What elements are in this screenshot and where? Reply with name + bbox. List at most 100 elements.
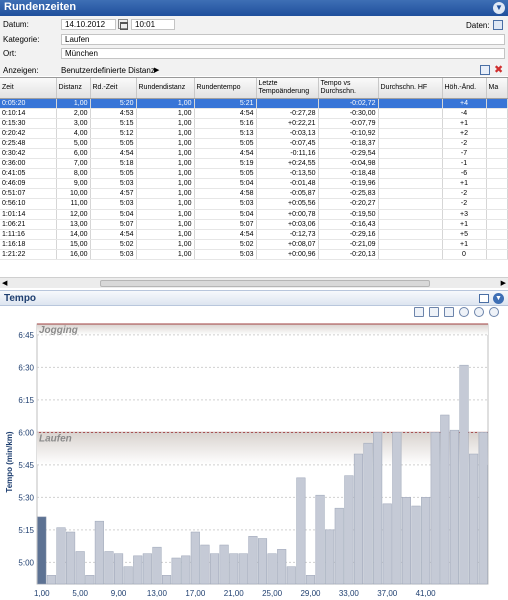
- tempo-bar[interactable]: [363, 442, 373, 585]
- table-row[interactable]: 0:05:20 1,00 5:20 1,00 5:21 -0:02,72 +4: [0, 98, 508, 109]
- tempo-bar[interactable]: [94, 520, 104, 585]
- tempo-bar[interactable]: [56, 527, 66, 585]
- data-menu-icon[interactable]: [493, 20, 503, 30]
- chart-options-icon[interactable]: ▼: [493, 293, 504, 304]
- table-row[interactable]: 0:36:00 7,00 5:18 1,00 5:19 +0:24,55 -0:04,98 -…: [0, 158, 508, 170]
- category-field[interactable]: Laufen: [61, 34, 505, 45]
- tempo-bar[interactable]: [238, 553, 248, 585]
- column-header[interactable]: Rundentempo: [194, 78, 257, 99]
- tempo-bar[interactable]: [421, 497, 431, 585]
- tempo-bar[interactable]: [190, 531, 200, 585]
- tempo-bar[interactable]: [133, 555, 143, 585]
- column-header[interactable]: Tempo vs Durchschn.: [318, 78, 379, 99]
- tempo-bar[interactable]: [411, 505, 421, 585]
- tempo-bar[interactable]: [171, 557, 181, 585]
- table-row[interactable]: 0:15:30 3,00 5:15 1,00 5:16 +0:22,21 -0:07,79 +…: [0, 118, 508, 129]
- tempo-bar[interactable]: [257, 538, 268, 585]
- chart-image-icon[interactable]: [429, 307, 439, 317]
- location-field[interactable]: München: [61, 48, 505, 59]
- tempo-bar[interactable]: [46, 575, 56, 585]
- tempo-bar[interactable]: [229, 553, 239, 585]
- chart-save-icon[interactable]: [444, 307, 454, 317]
- show-arrow-icon[interactable]: ▶: [154, 66, 159, 74]
- scroll-thumb[interactable]: [100, 280, 430, 287]
- show-selector[interactable]: Benutzerdefinierte Distanz: [61, 66, 155, 75]
- tempo-bar[interactable]: [267, 553, 277, 585]
- tempo-bar[interactable]: [315, 494, 325, 585]
- column-header[interactable]: Distanz: [56, 78, 91, 99]
- tempo-bar[interactable]: [277, 549, 287, 585]
- tempo-bar[interactable]: [286, 566, 296, 585]
- column-header[interactable]: Letzte Tempoänderung: [256, 78, 319, 99]
- table-row[interactable]: 1:06:21 13,00 5:07 1,00 5:07 +0:03,06 -0:16,43…: [0, 219, 508, 230]
- column-header[interactable]: Durchschn. HF: [378, 78, 443, 99]
- column-header[interactable]: Zeit: [0, 78, 57, 99]
- tempo-bar[interactable]: [66, 531, 76, 585]
- time-field[interactable]: 10:01: [131, 19, 175, 30]
- calendar-icon[interactable]: [118, 19, 128, 30]
- tempo-bar[interactable]: [123, 566, 133, 585]
- tempo-bar[interactable]: [114, 553, 124, 585]
- tempo-bar[interactable]: [85, 575, 95, 585]
- table-cell: 5:02: [90, 239, 137, 250]
- table-cell: 4:54: [194, 108, 257, 119]
- column-header[interactable]: Rundendistanz: [136, 78, 195, 99]
- table-row[interactable]: 0:25:48 5,00 5:05 1,00 5:05 -0:07,45 -0:18,37-…: [0, 138, 508, 149]
- column-header[interactable]: Höh.-Änd.: [442, 78, 487, 99]
- tempo-bar[interactable]: [37, 516, 47, 585]
- pin-icon[interactable]: [480, 65, 490, 75]
- tempo-bar[interactable]: [401, 497, 411, 585]
- table-row[interactable]: 0:10:14 2,00 4:53 1,00 4:54 -0:27,28 -0:30,00 -…: [0, 108, 508, 119]
- tempo-bar[interactable]: [200, 544, 210, 585]
- scroll-left-icon[interactable]: ◀: [2, 279, 7, 287]
- table-cell: -0:25,83: [318, 188, 379, 200]
- table-row[interactable]: 0:30:42 6,00 4:54 1,00 4:54 -0:11,16 -0:29,54-…: [0, 148, 508, 160]
- table-row[interactable]: 0:46:09 9,00 5:03 1,00 5:04 -0:01,48 -0:19,96 +…: [0, 178, 508, 190]
- scroll-right-icon[interactable]: ▶: [501, 279, 506, 287]
- horizontal-scrollbar[interactable]: ◀ ▶: [0, 277, 508, 288]
- tempo-bar[interactable]: [392, 432, 402, 585]
- tempo-bar[interactable]: [334, 507, 344, 585]
- table-row[interactable]: 0:51:07 10,00 4:57 1,00 4:58 -0:05,87 -0:25,83…: [0, 188, 508, 200]
- table-row[interactable]: 0:56:10 11,00 5:03 1,00 5:03 +0:05,56 -0:20,27…: [0, 198, 508, 210]
- close-icon[interactable]: ✖: [494, 63, 503, 76]
- chart-list-icon[interactable]: [414, 307, 424, 317]
- tempo-bar[interactable]: [75, 551, 85, 585]
- tempo-bar[interactable]: [353, 453, 364, 585]
- tempo-bar[interactable]: [325, 529, 335, 585]
- tempo-bar[interactable]: [152, 546, 162, 585]
- tempo-bar[interactable]: [296, 477, 306, 585]
- tempo-bar[interactable]: [104, 551, 114, 585]
- table-row[interactable]: 1:01:14 12,00 5:04 1,00 5:04 +0:00,78 -0:19,50…: [0, 209, 508, 220]
- collapse-chevron-icon[interactable]: ▼: [493, 2, 505, 14]
- tempo-bar[interactable]: [161, 575, 172, 585]
- tempo-bar[interactable]: [440, 414, 450, 585]
- table-row[interactable]: 1:11:16 14,00 4:54 1,00 4:54 -0:12,73 -0:29,16…: [0, 229, 508, 240]
- column-header[interactable]: Rd.-Zeit: [90, 78, 137, 99]
- table-cell: 1,00: [136, 239, 195, 250]
- table-row[interactable]: 1:16:18 15,00 5:02 1,00 5:02 +0:08,07 -0:21,09…: [0, 239, 508, 250]
- tempo-bar[interactable]: [219, 544, 229, 585]
- zoom-in-icon[interactable]: [474, 307, 484, 317]
- tempo-bar[interactable]: [382, 503, 392, 585]
- tempo-bar[interactable]: [478, 432, 488, 585]
- table-row[interactable]: 0:41:05 8,00 5:05 1,00 5:05 -0:13,50 -0:18,48-…: [0, 168, 508, 180]
- table-row[interactable]: 0:20:42 4,00 5:12 1,00 5:13 -0:03,13 -0:10,92 +…: [0, 128, 508, 139]
- tempo-bar[interactable]: [248, 536, 258, 585]
- zoom-out-icon[interactable]: [489, 307, 499, 317]
- tempo-bar[interactable]: [459, 364, 469, 585]
- chart-menu-icon[interactable]: [479, 294, 489, 303]
- tempo-bar[interactable]: [181, 555, 191, 585]
- tempo-bar[interactable]: [373, 432, 383, 585]
- date-field[interactable]: 14.10.2012: [61, 19, 116, 30]
- table-row[interactable]: 1:21:22 16,00 5:03 1,00 5:03 +0:00,96 -0:20,13…: [0, 249, 508, 261]
- tempo-bar[interactable]: [449, 429, 459, 585]
- tempo-bar[interactable]: [430, 432, 440, 585]
- tempo-bar[interactable]: [344, 475, 354, 585]
- tempo-bar[interactable]: [469, 453, 479, 585]
- tempo-bar[interactable]: [305, 575, 316, 585]
- tempo-bar[interactable]: [209, 553, 220, 585]
- chart-fit-icon[interactable]: [459, 307, 469, 317]
- tempo-bar[interactable]: [142, 553, 152, 585]
- column-header[interactable]: Ma: [486, 78, 508, 99]
